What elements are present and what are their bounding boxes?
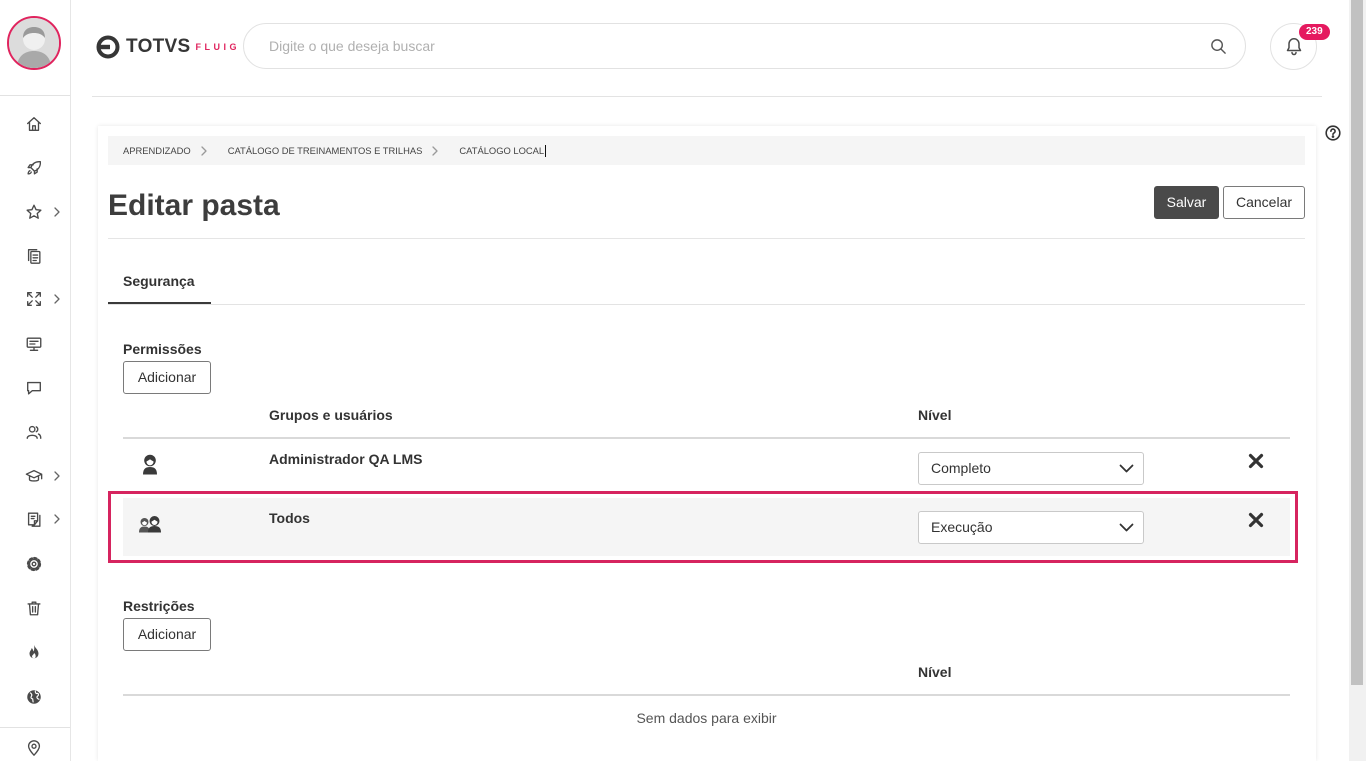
presentation-icon [26,337,42,351]
user-icon [143,454,157,475]
page-scrollbar[interactable] [1349,0,1366,761]
sidebar-item-settings[interactable] [0,550,70,578]
level-select[interactable]: Execução [918,511,1144,544]
table-header-divider [123,694,1290,696]
sidebar-item-favorites[interactable] [0,198,70,226]
breadcrumb-item-current: CATÁLOGO LOCAL [459,145,545,156]
chevron-right-icon [201,145,207,156]
rocket-icon [27,160,42,175]
sidebar-item-globe[interactable] [0,683,70,711]
table-row: Todos Execução [123,498,1290,556]
remove-icon[interactable] [1248,512,1264,528]
add-permission-button[interactable]: Adicionar [123,361,211,394]
globe-icon [27,690,41,704]
breadcrumb-item[interactable]: CATÁLOGO DE TREINAMENTOS E TRILHAS [228,145,423,156]
search-icon[interactable] [1210,38,1227,55]
chevron-right-icon [432,145,439,156]
level-select-value: Completo [931,460,991,476]
scrollbar-thumb[interactable] [1351,0,1363,685]
star-icon [26,204,42,219]
sidebar-item-chat[interactable] [0,374,70,402]
logo-text-sub: FLUIG [195,42,240,52]
graduation-cap-icon [25,469,43,482]
title-divider [108,238,1305,239]
logo-text-main: TOTVS [126,36,191,57]
save-button[interactable]: Salvar [1154,186,1219,219]
sidebar-item-flame[interactable] [0,638,70,666]
empty-table-message: Sem dados para exibir [636,710,777,726]
sidebar-item-location[interactable] [0,735,70,761]
sidebar-divider [0,95,70,96]
tab-security[interactable]: Segurança [108,259,211,304]
chevron-right-icon [54,294,60,304]
user-avatar[interactable] [7,16,61,70]
book-icon [27,512,41,527]
chevron-down-icon [1119,464,1134,473]
table-row: Administrador QA LMS Completo [123,439,1290,496]
documents-icon [27,249,41,264]
breadcrumb: APRENDIZADO CATÁLOGO DE TREINAMENTOS E T… [108,136,1305,165]
page-title: Editar pasta [108,189,280,222]
sidebar-item-learning[interactable] [0,462,70,490]
help-icon[interactable] [1325,125,1341,141]
chevron-right-icon [54,207,60,217]
gear-icon [26,556,42,572]
permissions-title: Permissões [123,341,202,357]
add-restriction-button[interactable]: Adicionar [123,618,211,651]
map-pin-icon [27,740,41,756]
column-header-level: Nível [918,407,952,423]
header-divider [92,96,1322,97]
search-input[interactable] [269,24,1194,68]
chevron-right-icon [54,514,60,524]
sidebar-item-documents[interactable] [0,242,70,270]
home-icon [27,117,41,131]
fluig-logo[interactable]: TOTVS FLUIG [96,33,240,61]
chevron-right-icon [54,471,60,481]
trash-icon [27,601,41,616]
column-header-level: Nível [918,664,952,680]
group-icon [139,516,161,533]
permission-name: Todos [269,510,310,526]
sidebar-divider [0,727,70,728]
sidebar-item-home[interactable] [0,110,70,138]
sidebar-item-trash[interactable] [0,594,70,622]
sidebar-item-presentation[interactable] [0,330,70,358]
totvs-logo-icon [96,35,120,59]
notifications-count-badge[interactable]: 239 [1299,24,1330,40]
sidebar-item-processes[interactable] [0,285,70,313]
column-header-groups-users: Grupos e usuários [269,407,393,423]
move-arrows-icon [27,292,41,306]
text-cursor [545,144,547,157]
permission-name: Administrador QA LMS [269,451,423,467]
restrictions-title: Restrições [123,598,195,614]
flame-icon [29,644,39,659]
cancel-button[interactable]: Cancelar [1223,186,1305,219]
sidebar-item-users[interactable] [0,418,70,446]
sidebar-item-book[interactable] [0,505,70,533]
tab-bar: Segurança [108,259,1305,305]
bell-icon [1286,38,1302,56]
avatar-placeholder-icon [9,18,59,68]
sidebar [0,0,71,761]
level-select-value: Execução [931,519,993,535]
chevron-down-icon [1119,523,1134,532]
edit-folder-card: APRENDIZADO CATÁLOGO DE TREINAMENTOS E T… [98,126,1316,761]
users-icon [26,425,42,439]
chat-icon [27,381,41,395]
level-select[interactable]: Completo [918,452,1144,485]
sidebar-item-rocket[interactable] [0,154,70,182]
remove-icon[interactable] [1248,453,1264,469]
search-bar [243,23,1246,69]
breadcrumb-item[interactable]: APRENDIZADO [123,145,191,156]
